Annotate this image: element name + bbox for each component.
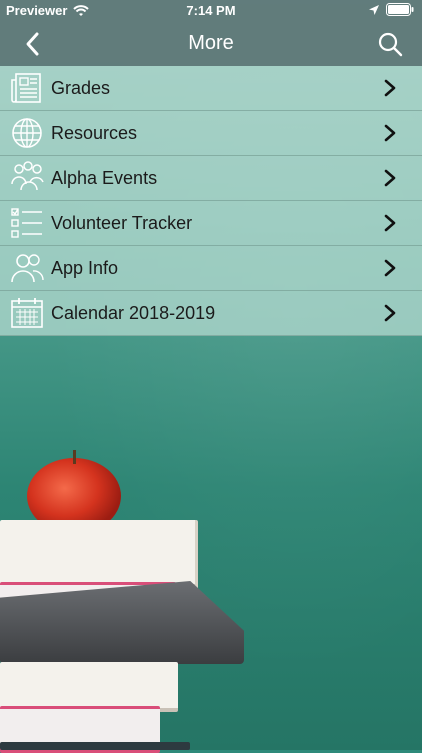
navigation-bar: More <box>0 22 422 66</box>
menu-item-label: Calendar 2018-2019 <box>51 302 216 323</box>
status-right <box>368 3 414 16</box>
people-icon <box>11 161 44 191</box>
newspaper-icon <box>11 73 41 103</box>
menu-item-label: Grades <box>51 77 111 98</box>
menu-item-resources[interactable]: Resources <box>0 111 422 156</box>
chevron-right-icon <box>384 304 396 322</box>
checklist-icon <box>11 208 42 238</box>
status-time: 7:14 PM <box>186 3 236 18</box>
battery-icon <box>386 3 414 16</box>
menu-item-label: App Info <box>51 257 119 278</box>
users-icon <box>11 254 44 283</box>
menu-item-label: Volunteer Tracker <box>51 212 193 233</box>
chevron-right-icon <box>384 79 396 97</box>
menu-item-alpha-events[interactable]: Alpha Events <box>0 156 422 201</box>
menu-item-label: Alpha Events <box>51 167 158 188</box>
menu-item-app-info[interactable]: App Info <box>0 246 422 291</box>
book-bottom <box>0 742 190 750</box>
menu-item-grades[interactable]: Grades <box>0 66 422 111</box>
chevron-right-icon <box>384 124 396 142</box>
location-icon <box>369 4 379 15</box>
menu-item-label: Resources <box>51 122 138 143</box>
search-button[interactable] <box>376 30 404 58</box>
calendar-icon <box>11 298 43 328</box>
globe-icon <box>12 118 42 148</box>
book-top <box>0 520 198 589</box>
menu-item-volunteer-tracker[interactable]: Volunteer Tracker <box>0 201 422 246</box>
chevron-right-icon <box>384 214 396 232</box>
chevron-right-icon <box>384 259 396 277</box>
chevron-right-icon <box>384 169 396 187</box>
status-bar: Previewer 7:14 PM <box>0 0 422 22</box>
page-title: More <box>188 32 234 54</box>
book-white-2 <box>0 662 178 712</box>
menu-item-calendar[interactable]: Calendar 2018-2019 <box>0 291 422 336</box>
more-menu-list: Grades Resources Alpha Events Volunteer … <box>0 66 422 336</box>
